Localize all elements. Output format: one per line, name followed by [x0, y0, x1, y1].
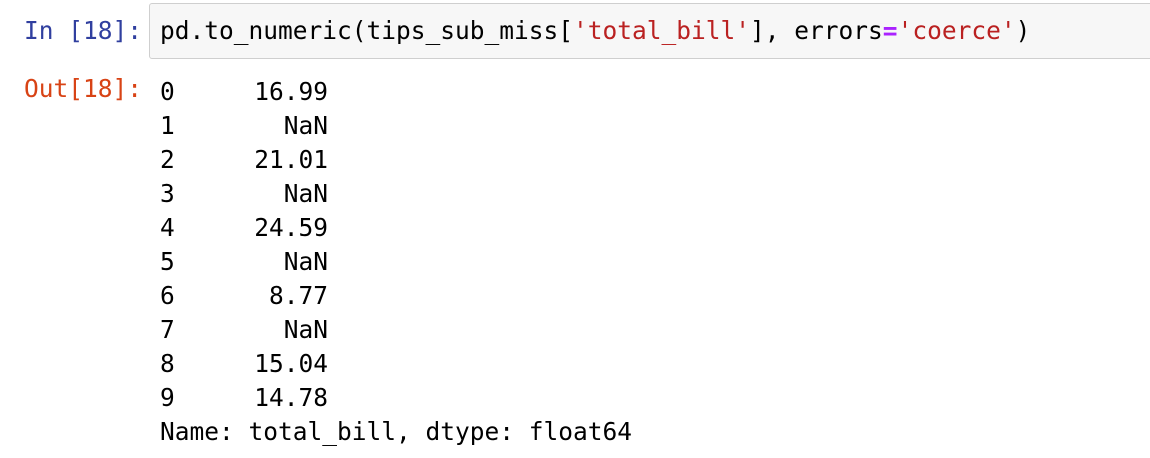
series-index: 1 — [160, 111, 175, 140]
code-suffix: ) — [1015, 16, 1031, 45]
series-row: 1 NaN — [160, 109, 632, 143]
series-value: 24.59 — [254, 213, 328, 242]
code-operator: = — [882, 16, 898, 45]
series-value: NaN — [283, 247, 328, 276]
series-index: 5 — [160, 247, 175, 276]
input-prompt: In [18]: — [23, 16, 142, 45]
code-line[interactable]: pd.to_numeric(tips_sub_miss['total_bill'… — [160, 14, 1030, 48]
series-row: 2 21.01 — [160, 143, 632, 177]
series-output: 0 16.99 1 NaN 2 21.01 3 NaN 4 24.59 5 NaN 6 8.77 7 NaN 8… — [160, 75, 632, 415]
code-mid: ], errors — [750, 16, 883, 45]
series-index: 6 — [160, 281, 175, 310]
series-index: 4 — [160, 213, 175, 242]
series-index: 9 — [160, 383, 175, 412]
series-index: 2 — [160, 145, 175, 174]
series-row: 4 24.59 — [160, 211, 632, 245]
series-row: 9 14.78 — [160, 381, 632, 415]
series-index: 8 — [160, 349, 175, 378]
series-row: 6 8.77 — [160, 279, 632, 313]
code-string-column: 'total_bill' — [573, 16, 751, 45]
series-value: 8.77 — [268, 281, 328, 310]
series-value: NaN — [283, 111, 328, 140]
series-value: NaN — [283, 315, 328, 344]
series-footer: Name: total_bill, dtype: float64 — [160, 417, 633, 446]
series-index: 0 — [160, 77, 175, 106]
code-input-area[interactable]: pd.to_numeric(tips_sub_miss['total_bill'… — [149, 3, 1150, 59]
series-row: 5 NaN — [160, 245, 632, 279]
code-string-errors: 'coerce' — [897, 16, 1016, 45]
series-index: 7 — [160, 315, 175, 344]
series-value: 21.01 — [254, 145, 328, 174]
series-value: 14.78 — [254, 383, 328, 412]
series-row: 7 NaN — [160, 313, 632, 347]
series-row: 0 16.99 — [160, 75, 632, 109]
series-row: 3 NaN — [160, 177, 632, 211]
series-value: 16.99 — [254, 77, 328, 106]
output-prompt: Out[18]: — [23, 74, 142, 103]
output-area: 0 16.99 1 NaN 2 21.01 3 NaN 4 24.59 5 NaN 6 8.77 7 NaN 8… — [160, 75, 632, 449]
series-row: 8 15.04 — [160, 347, 632, 381]
series-value: NaN — [283, 179, 328, 208]
code-prefix: pd.to_numeric(tips_sub_miss[ — [160, 16, 574, 45]
series-value: 15.04 — [254, 349, 328, 378]
series-index: 3 — [160, 179, 175, 208]
